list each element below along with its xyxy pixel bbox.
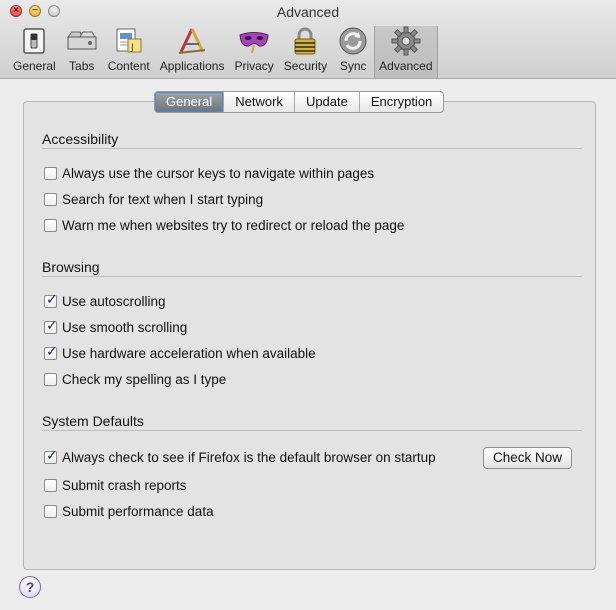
- checkmark-icon: ✓: [46, 317, 58, 333]
- preferences-toolbar: General Tabs J Content Applications Priv…: [8, 26, 438, 78]
- toolbar-sync[interactable]: Sync: [332, 26, 374, 78]
- option-label: Always use the cursor keys to navigate w…: [62, 166, 375, 181]
- toolbar-advanced[interactable]: Advanced: [374, 26, 438, 78]
- tab-encryption[interactable]: Encryption: [358, 92, 443, 112]
- checkbox-checked[interactable]: ✓: [44, 447, 58, 464]
- checkbox-checked[interactable]: ✓: [44, 343, 58, 360]
- option-label: Always check to see if Firefox is the de…: [62, 450, 436, 465]
- checkbox[interactable]: [44, 193, 57, 206]
- checkmark-icon: ✓: [46, 343, 58, 359]
- option-warn-redirect[interactable]: Warn me when websites try to redirect or…: [44, 218, 404, 233]
- toolbar-label: Applications: [159, 59, 225, 73]
- checkbox[interactable]: [44, 219, 57, 232]
- checkbox[interactable]: [44, 373, 57, 386]
- toolbar-label: Content: [107, 59, 150, 73]
- toolbar-label: Privacy: [234, 59, 274, 73]
- option-autoscrolling[interactable]: ✓ Use autoscrolling: [44, 291, 166, 309]
- switch-icon: [18, 26, 50, 56]
- toolbar-content[interactable]: J Content: [103, 26, 155, 78]
- option-hardware-acceleration[interactable]: ✓ Use hardware acceleration when availab…: [44, 343, 316, 361]
- option-label: Use hardware acceleration when available: [62, 346, 316, 361]
- checkbox-checked[interactable]: ✓: [44, 317, 58, 334]
- help-button[interactable]: ?: [19, 576, 41, 598]
- padlock-icon: [289, 26, 321, 56]
- option-performance-data[interactable]: Submit performance data: [44, 504, 214, 519]
- svg-text:J: J: [130, 43, 134, 53]
- toolbar-label: Tabs: [69, 59, 95, 73]
- tab-general[interactable]: General: [155, 92, 224, 112]
- gear-icon: [390, 26, 422, 56]
- checkbox[interactable]: [44, 479, 57, 492]
- window-title: Advanced: [276, 4, 340, 20]
- toolbar-privacy[interactable]: Privacy: [229, 26, 278, 78]
- advanced-pane: General Network Update Encryption Access…: [0, 79, 616, 610]
- tab-network[interactable]: Network: [223, 92, 294, 112]
- titlebar: × − Advanced General Tabs J Content Appl…: [0, 0, 616, 79]
- section-divider: [42, 276, 582, 277]
- option-label: Use smooth scrolling: [62, 320, 188, 335]
- option-label: Submit crash reports: [62, 478, 187, 493]
- sync-icon: [337, 26, 369, 56]
- section-title-system-defaults: System Defaults: [42, 413, 144, 429]
- option-smooth-scrolling[interactable]: ✓ Use smooth scrolling: [44, 317, 188, 335]
- content-icon: J: [113, 26, 145, 56]
- toolbar-applications[interactable]: Applications: [155, 26, 230, 78]
- toolbar-security[interactable]: Security: [279, 26, 332, 78]
- toolbar-label: Sync: [339, 59, 367, 73]
- toolbar-label: Security: [283, 59, 328, 73]
- checkmark-icon: ✓: [46, 447, 58, 463]
- option-label: Submit performance data: [62, 504, 214, 519]
- checkbox[interactable]: [44, 167, 57, 180]
- toolbar-tabs[interactable]: Tabs: [61, 26, 103, 78]
- option-crash-reports[interactable]: Submit crash reports: [44, 478, 187, 493]
- tabs-icon: [66, 26, 98, 56]
- option-label: Use autoscrolling: [62, 294, 166, 309]
- section-divider: [42, 430, 582, 431]
- tab-update[interactable]: Update: [293, 92, 359, 112]
- privacy-mask-icon: [238, 26, 270, 56]
- checkmark-icon: ✓: [46, 291, 58, 307]
- option-label: Warn me when websites try to redirect or…: [62, 218, 405, 233]
- preferences-window: × − Advanced General Tabs J Content Appl…: [0, 0, 616, 610]
- checkbox[interactable]: [44, 505, 57, 518]
- toolbar-label: General: [13, 59, 56, 73]
- check-now-button[interactable]: Check Now: [483, 447, 572, 469]
- section-title-accessibility: Accessibility: [42, 131, 119, 147]
- toolbar-general[interactable]: General: [8, 26, 61, 78]
- option-default-browser-check[interactable]: ✓ Always check to see if Firefox is the …: [44, 447, 436, 465]
- checkbox-checked[interactable]: ✓: [44, 291, 58, 308]
- applications-icon: [176, 26, 208, 56]
- option-cursor-keys[interactable]: Always use the cursor keys to navigate w…: [44, 166, 374, 181]
- tab-bar: General Network Update Encryption: [154, 91, 445, 113]
- section-title-browsing: Browsing: [42, 259, 100, 275]
- option-label: Search for text when I start typing: [62, 192, 264, 207]
- toolbar-label: Advanced: [379, 59, 433, 73]
- option-spellcheck[interactable]: Check my spelling as I type: [44, 372, 226, 387]
- option-label: Check my spelling as I type: [62, 372, 227, 387]
- option-search-typing[interactable]: Search for text when I start typing: [44, 192, 263, 207]
- section-divider: [42, 148, 582, 149]
